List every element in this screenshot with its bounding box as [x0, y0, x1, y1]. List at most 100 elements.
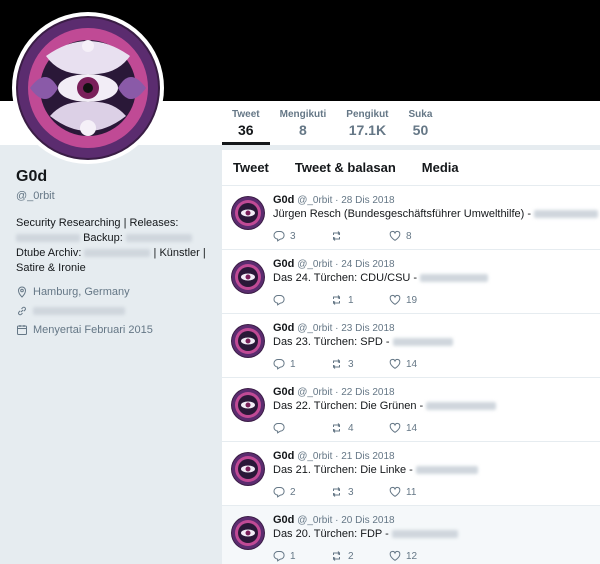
tweet-text: Das 23. Türchen: SPD - — [273, 336, 453, 348]
profile-avatar[interactable] — [12, 12, 164, 164]
tweet-author-handle[interactable]: @_0rbit — [297, 451, 332, 462]
redacted-link[interactable] — [426, 402, 497, 411]
redacted-link[interactable] — [534, 210, 599, 219]
tab-tweets-replies[interactable]: Tweet & balasan — [295, 160, 396, 175]
stat-followers[interactable]: Pengikut 17.1K — [336, 101, 398, 145]
tweet-date[interactable]: · 22 Dis 2018 — [335, 387, 394, 398]
retweet-count: 1 — [348, 294, 354, 306]
redacted-link[interactable] — [392, 338, 453, 347]
tweet-author-handle[interactable]: @_0rbit — [297, 387, 332, 398]
retweet-button[interactable]: 1 — [331, 294, 389, 306]
retweet-icon — [332, 295, 341, 305]
redacted-link[interactable] — [84, 249, 151, 258]
like-button[interactable]: 14 — [389, 422, 447, 434]
tweet-date[interactable]: · 21 Dis 2018 — [335, 451, 394, 462]
retweet-button[interactable]: 3 — [331, 358, 389, 370]
reply-button[interactable] — [273, 422, 331, 434]
tweet-author-name[interactable]: G0d — [273, 386, 294, 398]
tweet-text-content: Das 21. Türchen: Die Linke - — [273, 464, 413, 476]
location-pin-icon — [17, 286, 27, 298]
like-button[interactable]: 19 — [389, 294, 447, 306]
reply-button[interactable]: 3 — [273, 230, 331, 242]
bio-backup-label: Backup: — [83, 232, 123, 244]
tweet-date[interactable]: · 20 Dis 2018 — [335, 515, 394, 526]
tweet-date[interactable]: · 28 Dis 2018 — [335, 195, 394, 206]
retweet-button[interactable]: 2 — [331, 550, 389, 562]
profile-website — [16, 305, 216, 317]
tab-tweets[interactable]: Tweet — [233, 160, 269, 175]
redacted-website[interactable] — [33, 307, 125, 315]
tweet-author-name[interactable]: G0d — [273, 450, 294, 462]
profile-handle[interactable]: @_0rbit — [16, 190, 216, 202]
tweet-actions: 2 3 11 — [273, 486, 447, 498]
reply-icon — [273, 358, 285, 370]
retweet-count: 3 — [348, 486, 354, 498]
reply-icon — [273, 422, 285, 434]
redacted-link[interactable] — [420, 274, 489, 283]
tweet-author-name[interactable]: G0d — [273, 514, 294, 526]
reply-button[interactable]: 1 — [273, 358, 331, 370]
redacted-link[interactable] — [391, 530, 458, 539]
reply-button[interactable]: 2 — [273, 486, 331, 498]
retweet-icon — [332, 423, 341, 433]
stat-following[interactable]: Mengikuti 8 — [270, 101, 337, 145]
retweet-button[interactable] — [331, 230, 389, 242]
stat-likes[interactable]: Suka 50 — [399, 101, 443, 145]
tweet-author-name[interactable]: G0d — [273, 194, 294, 206]
retweet-button[interactable]: 4 — [331, 422, 389, 434]
tweet-text: Das 22. Türchen: Die Grünen - — [273, 400, 497, 412]
tweet-author-name[interactable]: G0d — [273, 258, 294, 270]
retweet-count: 3 — [348, 358, 354, 370]
tweet-author-handle[interactable]: @_0rbit — [297, 323, 332, 334]
tweet-header: G0d @_0rbit · 22 Dis 2018 — [273, 386, 395, 398]
tweet[interactable]: G0d @_0rbit · 20 Dis 2018 Das 20. Türche… — [222, 506, 600, 564]
tweet-avatar[interactable] — [231, 196, 265, 230]
heart-icon — [389, 231, 401, 241]
like-button[interactable]: 12 — [389, 550, 447, 562]
heart-icon — [389, 423, 401, 433]
tweet[interactable]: G0d @_0rbit · 22 Dis 2018 Das 22. Türche… — [222, 378, 600, 442]
reply-button[interactable] — [273, 294, 331, 306]
tweet-author-name[interactable]: G0d — [273, 322, 294, 334]
tab-media[interactable]: Media — [422, 160, 459, 175]
profile-name[interactable]: G0d — [16, 168, 216, 186]
bio-dtube-label: Dtube Archiv: — [16, 247, 82, 259]
like-button[interactable]: 11 — [389, 486, 447, 498]
tweet-text: Das 20. Türchen: FDP - — [273, 528, 458, 540]
tweet-author-handle[interactable]: @_0rbit — [297, 515, 332, 526]
tweet[interactable]: G0d @_0rbit · 24 Dis 2018 Das 24. Türche… — [222, 250, 600, 314]
retweet-button[interactable]: 3 — [331, 486, 389, 498]
tweet-avatar[interactable] — [231, 516, 265, 550]
like-count: 19 — [406, 294, 418, 306]
tweet-avatar[interactable] — [231, 452, 265, 486]
bio-line: Security Researching | Releases: — [16, 217, 179, 229]
like-button[interactable]: 8 — [389, 230, 447, 242]
redacted-link[interactable] — [415, 466, 478, 475]
reply-button[interactable]: 1 — [273, 550, 331, 562]
tweet-avatar[interactable] — [231, 388, 265, 422]
like-count: 8 — [406, 230, 412, 242]
profile-joined: Menyertai Februari 2015 — [16, 324, 216, 336]
tweet-date[interactable]: · 24 Dis 2018 — [335, 259, 394, 270]
tweet-text-content: Das 24. Türchen: CDU/CSU - — [273, 272, 418, 284]
redacted-link[interactable] — [125, 234, 192, 243]
tweet-author-handle[interactable]: @_0rbit — [297, 195, 332, 206]
stat-tweets[interactable]: Tweet 36 — [222, 101, 270, 145]
joined-text: Menyertai Februari 2015 — [33, 324, 153, 336]
tweet-text: Das 24. Türchen: CDU/CSU - — [273, 272, 489, 284]
tweet[interactable]: G0d @_0rbit · 21 Dis 2018 Das 21. Türche… — [222, 442, 600, 506]
heart-icon — [389, 295, 401, 305]
tweet-text-content: Das 20. Türchen: FDP - — [273, 528, 389, 540]
profile-location: Hamburg, Germany — [16, 286, 216, 298]
tweet[interactable]: G0d @_0rbit · 23 Dis 2018 Das 23. Türche… — [222, 314, 600, 378]
tweet-avatar[interactable] — [231, 324, 265, 358]
tweet[interactable]: G0d @_0rbit · 28 Dis 2018 Jürgen Resch (… — [222, 186, 600, 250]
tweet-avatar[interactable] — [231, 260, 265, 294]
tweet-header: G0d @_0rbit · 21 Dis 2018 — [273, 450, 395, 462]
redacted-link[interactable] — [16, 234, 80, 243]
tweet-author-handle[interactable]: @_0rbit — [297, 259, 332, 270]
like-button[interactable]: 14 — [389, 358, 447, 370]
tweet-date[interactable]: · 23 Dis 2018 — [335, 323, 394, 334]
retweet-icon — [332, 551, 341, 561]
tweet-actions: 1 19 — [273, 294, 447, 306]
